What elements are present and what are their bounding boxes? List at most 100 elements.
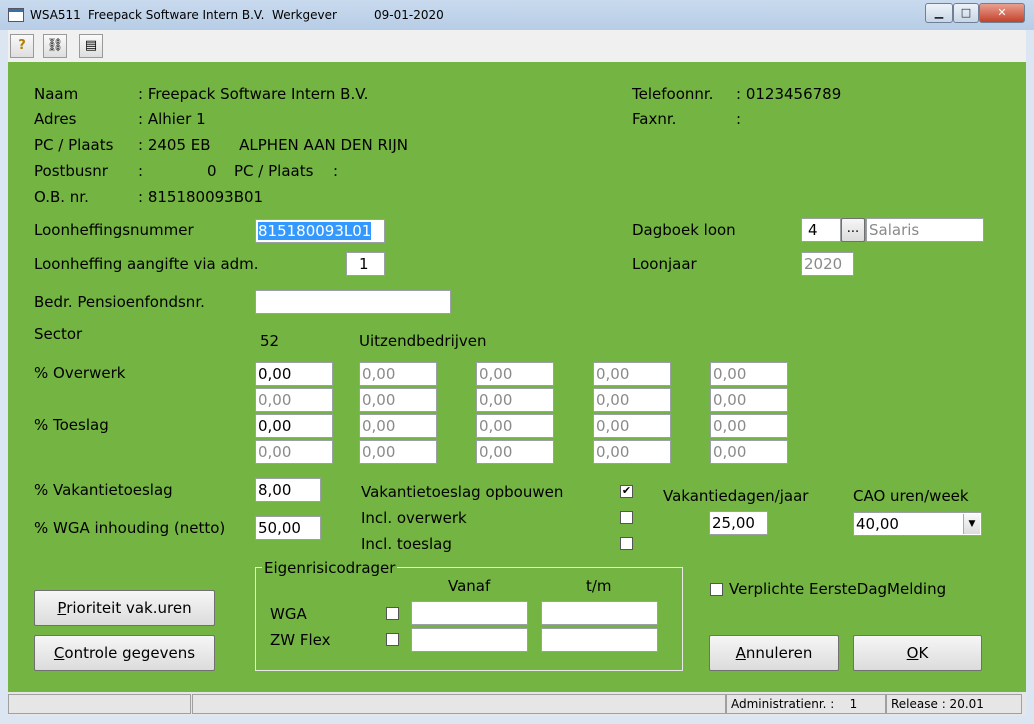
- zw-flex-checkbox[interactable]: [386, 633, 399, 646]
- wga-row-checkbox[interactable]: [386, 607, 399, 620]
- app-code: WSA511: [30, 8, 81, 22]
- maximize-button[interactable]: □: [953, 3, 979, 23]
- telefoon-value: : 0123456789: [736, 85, 842, 103]
- chevron-down-icon[interactable]: ▼: [963, 514, 980, 534]
- loonjaar-label: Loonjaar: [632, 255, 697, 273]
- pensioen-label: Bedr. Pensioenfondsnr.: [34, 293, 205, 311]
- binoculars-icon[interactable]: ⛓: [43, 34, 67, 58]
- ok-button[interactable]: OK: [853, 635, 982, 671]
- cao-label: CAO uren/week: [853, 487, 969, 505]
- vakantiedagen-input[interactable]: 25,00: [709, 511, 768, 535]
- incl-overwerk-label: Incl. overwerk: [361, 509, 467, 527]
- edm-label: Verplichte EersteDagMelding: [729, 580, 947, 598]
- controle-mnemonic: C: [53, 644, 65, 662]
- annuleren-mnemonic: A: [735, 644, 746, 662]
- grid-cell-r1-c3[interactable]: 0,00: [476, 362, 554, 386]
- sector-code: 52: [260, 332, 280, 350]
- cao-value: 40,00: [856, 515, 899, 533]
- ok-mnemonic: O: [906, 644, 919, 662]
- grid-cell-r4-c4[interactable]: 0,00: [593, 440, 671, 464]
- grid-cell-r3-c3[interactable]: 0,00: [476, 414, 554, 438]
- status-admin: Administratienr. : 1: [726, 694, 886, 714]
- grid-cell-r1-c4[interactable]: 0,00: [593, 362, 671, 386]
- ob-value: : 815180093B01: [138, 188, 264, 206]
- loonheffingsnummer-input[interactable]: 815180093L01: [255, 219, 385, 243]
- dagboek-lookup-button[interactable]: ...: [841, 218, 865, 242]
- loonheffingsnummer-label: Loonheffingsnummer: [34, 221, 194, 239]
- wga-inhouding-label: % WGA inhouding (netto): [34, 519, 226, 537]
- vakantietoeslag-input[interactable]: 8,00: [255, 478, 321, 502]
- grid-cell-r2-c2[interactable]: 0,00: [359, 388, 437, 412]
- help-icon[interactable]: ?: [10, 34, 34, 58]
- app-icon: [8, 8, 24, 22]
- close-button[interactable]: ✕: [979, 3, 1025, 23]
- grid-cell-r2-c3[interactable]: 0,00: [476, 388, 554, 412]
- postbus-colon: :: [138, 162, 144, 180]
- aangifte-input[interactable]: 1: [346, 252, 385, 276]
- grid-cell-r1-c2[interactable]: 0,00: [359, 362, 437, 386]
- grid-cell-r3-c2[interactable]: 0,00: [359, 414, 437, 438]
- grid-cell-r3-c1[interactable]: 0,00: [255, 414, 333, 438]
- fax-label: Faxnr.: [632, 110, 677, 128]
- window-title: Freepack Software Intern B.V. Werkgever: [88, 8, 337, 22]
- zw-flex-vanaf-input[interactable]: [411, 628, 528, 652]
- incl-toeslag-label: Incl. toeslag: [361, 535, 452, 553]
- pc-plaats-value: : 2405 EB ALPHEN AAN DEN RIJN: [138, 136, 408, 154]
- wga-inhouding-input[interactable]: 50,00: [255, 516, 321, 540]
- cao-select[interactable]: 40,00 ▼: [853, 512, 982, 536]
- toeslag-label: % Toeslag: [34, 416, 109, 434]
- postbus-pc-colon: :: [333, 162, 339, 180]
- prioriteit-label: rioriteit vak.uren: [66, 599, 192, 617]
- postbus-value: 0: [207, 162, 217, 180]
- vakantiedagen-label: Vakantiedagen/jaar: [663, 487, 809, 505]
- grid-cell-r2-c1[interactable]: 0,00: [255, 388, 333, 412]
- tm-label: t/m: [586, 577, 612, 595]
- naam-value: : Freepack Software Intern B.V.: [138, 85, 369, 103]
- vakantietoeslag-label: % Vakantietoeslag: [34, 481, 173, 499]
- naam-label: Naam: [34, 85, 79, 103]
- grid-cell-r3-c5[interactable]: 0,00: [710, 414, 788, 438]
- dagboek-input[interactable]: 4: [801, 218, 841, 242]
- pensioen-input[interactable]: [255, 290, 451, 314]
- application-window: WSA511 Freepack Software Intern B.V. Wer…: [0, 0, 1034, 724]
- opbouwen-label: Vakantietoeslag opbouwen: [361, 483, 564, 501]
- annuleren-label: nnuleren: [745, 644, 813, 662]
- grid-cell-r2-c5[interactable]: 0,00: [710, 388, 788, 412]
- ob-label: O.B. nr.: [34, 188, 89, 206]
- grid-cell-r1-c1[interactable]: 0,00: [255, 362, 333, 386]
- ok-label: K: [918, 644, 929, 662]
- grid-cell-r4-c5[interactable]: 0,00: [710, 440, 788, 464]
- grid-cell-r2-c4[interactable]: 0,00: [593, 388, 671, 412]
- minimize-button[interactable]: ▁: [925, 3, 953, 23]
- controle-label: ontrole gegevens: [64, 644, 196, 662]
- adres-label: Adres: [34, 110, 77, 128]
- dagboek-name-field: Salaris: [866, 218, 984, 242]
- incl-overwerk-checkbox[interactable]: [620, 511, 633, 524]
- fax-value: :: [736, 110, 742, 128]
- adres-value: : Alhier 1: [138, 110, 206, 128]
- controle-button[interactable]: Controle gegevens: [34, 635, 215, 671]
- sector-label: Sector: [34, 325, 83, 343]
- grid-cell-r1-c5[interactable]: 0,00: [710, 362, 788, 386]
- opbouwen-checkbox[interactable]: ✔: [620, 485, 633, 498]
- edm-checkbox[interactable]: [710, 583, 723, 596]
- print-icon[interactable]: ▤: [79, 34, 103, 58]
- loonjaar-field: 2020: [801, 252, 854, 276]
- postbus-pc-label: PC / Plaats: [234, 162, 314, 180]
- wga-row-label: WGA: [270, 605, 307, 623]
- overwerk-label: % Overwerk: [34, 364, 126, 382]
- status-segment-2: [192, 694, 726, 714]
- grid-cell-r4-c3[interactable]: 0,00: [476, 440, 554, 464]
- zw-flex-label: ZW Flex: [270, 631, 331, 649]
- status-release: Release : 20.01: [886, 694, 1022, 714]
- prioriteit-mnemonic: P: [57, 599, 67, 617]
- incl-toeslag-checkbox[interactable]: [620, 537, 633, 550]
- wga-vanaf-input[interactable]: [411, 601, 528, 625]
- prioriteit-button[interactable]: Prioriteit vak.uren: [34, 590, 215, 626]
- wga-tm-input[interactable]: [541, 601, 658, 625]
- annuleren-button[interactable]: Annuleren: [709, 635, 839, 671]
- grid-cell-r4-c1[interactable]: 0,00: [255, 440, 333, 464]
- zw-flex-tm-input[interactable]: [541, 628, 658, 652]
- grid-cell-r3-c4[interactable]: 0,00: [593, 414, 671, 438]
- grid-cell-r4-c2[interactable]: 0,00: [359, 440, 437, 464]
